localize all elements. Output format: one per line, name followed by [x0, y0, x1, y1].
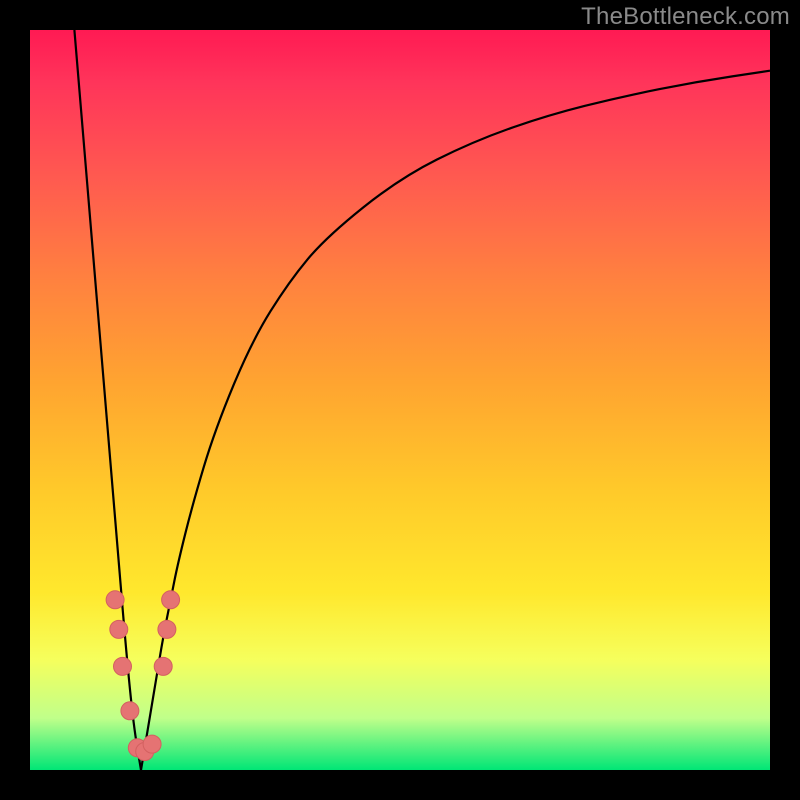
data-marker [110, 620, 128, 638]
curve-right-branch [141, 71, 770, 770]
data-marker [162, 591, 180, 609]
chart-frame: TheBottleneck.com [0, 0, 800, 800]
curve-overlay [30, 30, 770, 770]
data-marker [158, 620, 176, 638]
curve-left-branch [74, 30, 141, 770]
data-marker [154, 657, 172, 675]
marker-group [106, 591, 180, 761]
data-marker [114, 657, 132, 675]
plot-area [30, 30, 770, 770]
data-marker [143, 735, 161, 753]
watermark-text: TheBottleneck.com [581, 3, 790, 31]
data-marker [106, 591, 124, 609]
data-marker [121, 702, 139, 720]
